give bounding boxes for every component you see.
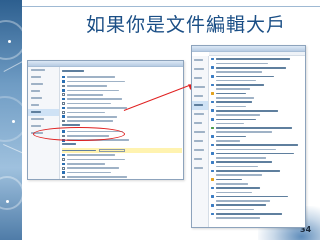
slide-title: 如果你是文件編輯大戶 bbox=[86, 14, 287, 36]
word-doc-icon bbox=[211, 109, 214, 112]
word-doc-icon bbox=[211, 83, 214, 87]
backstage-nav-item[interactable] bbox=[192, 164, 208, 173]
options-nav-item[interactable] bbox=[28, 74, 59, 81]
checkbox[interactable] bbox=[62, 97, 65, 101]
folder-icon bbox=[211, 178, 214, 181]
folder-icon bbox=[211, 92, 214, 95]
decorative-ray bbox=[3, 143, 22, 158]
excel-doc-icon bbox=[211, 126, 214, 130]
options-nav-item[interactable] bbox=[28, 116, 59, 123]
checkbox[interactable] bbox=[62, 158, 65, 161]
checkbox[interactable] bbox=[62, 153, 65, 157]
checkbox[interactable] bbox=[62, 93, 65, 97]
checkbox[interactable] bbox=[62, 119, 65, 123]
options-nav-item-active[interactable] bbox=[28, 109, 59, 116]
word-doc-icon bbox=[211, 57, 214, 61]
ribbon-tabs bbox=[209, 52, 305, 56]
sparkle-icon bbox=[12, 120, 15, 123]
sparkle-icon bbox=[6, 200, 9, 203]
word-doc-icon bbox=[211, 75, 214, 78]
backstage-nav bbox=[192, 56, 209, 227]
slide-top-rule bbox=[22, 6, 320, 7]
word-doc-icon bbox=[211, 195, 214, 198]
word-doc-icon bbox=[211, 169, 214, 173]
highlight-ellipse bbox=[33, 127, 125, 141]
option-row[interactable] bbox=[62, 179, 182, 180]
decorative-swirl bbox=[0, 176, 22, 210]
backstage-nav-item[interactable] bbox=[192, 137, 208, 146]
word-doc-icon bbox=[211, 135, 214, 138]
backstage-nav-item[interactable] bbox=[192, 146, 208, 155]
options-content bbox=[62, 69, 182, 179]
options-nav-item[interactable] bbox=[28, 95, 59, 102]
backstage-nav-item[interactable] bbox=[192, 119, 208, 128]
backstage-nav-item[interactable] bbox=[192, 74, 208, 83]
backstage-nav-item[interactable] bbox=[192, 128, 208, 137]
checkbox[interactable] bbox=[62, 106, 65, 110]
options-nav-item[interactable] bbox=[28, 67, 59, 74]
backstage-nav-item-recent[interactable] bbox=[192, 101, 208, 110]
backstage-nav-item[interactable] bbox=[192, 83, 208, 92]
word-doc-icon bbox=[211, 152, 214, 155]
slide-left-band bbox=[0, 0, 22, 240]
options-nav bbox=[28, 67, 60, 179]
recent-documents-list bbox=[211, 57, 304, 226]
options-nav-item[interactable] bbox=[28, 81, 59, 88]
checkbox[interactable] bbox=[62, 80, 65, 83]
word-doc-icon bbox=[211, 100, 214, 104]
backstage-nav-item[interactable] bbox=[192, 65, 208, 74]
recent-documents-count-input[interactable] bbox=[99, 148, 125, 153]
word-doc-icon bbox=[211, 143, 214, 147]
decorative-swirl bbox=[0, 96, 22, 142]
word-doc-icon bbox=[211, 118, 214, 121]
recent-document-path bbox=[211, 216, 304, 220]
checkbox[interactable] bbox=[62, 175, 65, 179]
options-nav-item[interactable] bbox=[28, 102, 59, 109]
word-doc-icon bbox=[211, 66, 214, 70]
backstage-nav-item[interactable] bbox=[192, 110, 208, 119]
sparkle-icon bbox=[8, 40, 11, 43]
checkbox[interactable] bbox=[62, 84, 65, 88]
word-doc-icon bbox=[211, 203, 214, 207]
checkbox[interactable] bbox=[62, 111, 65, 114]
backstage-nav-item[interactable] bbox=[192, 56, 208, 65]
checkbox[interactable] bbox=[62, 166, 65, 170]
checkbox[interactable] bbox=[62, 115, 65, 118]
checkbox[interactable] bbox=[62, 162, 65, 166]
checkbox[interactable] bbox=[62, 102, 65, 105]
word-doc-icon bbox=[211, 160, 214, 164]
word-doc-icon bbox=[211, 212, 214, 216]
checkbox[interactable] bbox=[62, 75, 65, 79]
word-doc-icon bbox=[211, 186, 214, 190]
recent-documents-screenshot bbox=[191, 45, 306, 228]
backstage-nav-item[interactable] bbox=[192, 92, 208, 101]
options-nav-item[interactable] bbox=[28, 88, 59, 95]
options-dialog-screenshot bbox=[27, 60, 184, 180]
checkbox[interactable] bbox=[62, 89, 65, 92]
backstage-nav-item[interactable] bbox=[192, 155, 208, 164]
checkbox[interactable] bbox=[62, 171, 65, 174]
decorative-swirl bbox=[0, 20, 22, 60]
